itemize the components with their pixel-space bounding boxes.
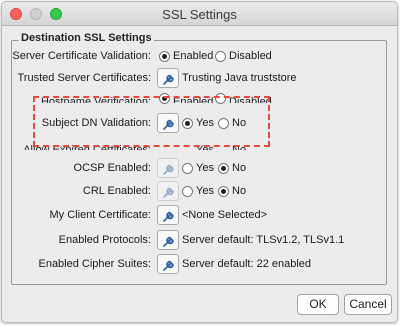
server-cert-validation-label: Server Certificate Validation: — [12, 50, 151, 62]
crl-yes-label: Yes — [196, 185, 214, 197]
highlight-annotation — [33, 96, 270, 147]
cancel-button[interactable]: Cancel — [344, 294, 392, 315]
protocols-value: Server default: TLSv1.2, TLSv1.1 — [182, 234, 345, 246]
wrench-icon — [163, 187, 174, 198]
crl-no-radio[interactable] — [218, 186, 229, 197]
ocsp-yes-radio[interactable] — [182, 163, 193, 174]
wrench-icon — [163, 211, 174, 222]
server-cert-validation-enabled-radio[interactable] — [159, 51, 170, 62]
client-cert-label: My Client Certificate: — [49, 209, 151, 221]
wrench-icon — [163, 164, 174, 175]
window-title: SSL Settings — [162, 7, 237, 22]
crl-yes-radio[interactable] — [182, 186, 193, 197]
ocsp-no-label: No — [232, 162, 247, 174]
cipher-suites-value: Server default: 22 enabled — [182, 258, 312, 270]
group-title: Destination SSL Settings — [19, 32, 154, 44]
wrench-icon — [163, 260, 174, 271]
crl-enabled-label: CRL Enabled: — [82, 185, 151, 197]
crl-no-label: No — [232, 185, 247, 197]
client-cert-edit-button[interactable] — [157, 205, 179, 225]
trusted-server-certs-value: Trusting Java truststore — [182, 72, 297, 84]
ocsp-edit-button[interactable] — [157, 158, 179, 178]
title-bar: SSL Settings — [2, 2, 397, 26]
client-cert-value: <None Selected> — [182, 209, 268, 221]
server-cert-validation-enabled-label: Enabled — [173, 50, 214, 62]
ocsp-enabled-label: OCSP Enabled: — [73, 162, 151, 174]
protocols-edit-button[interactable] — [157, 230, 179, 250]
cipher-suites-edit-button[interactable] — [157, 254, 179, 274]
cipher-suites-label: Enabled Cipher Suites: — [38, 258, 151, 270]
server-cert-validation-disabled-radio[interactable] — [215, 51, 226, 62]
ocsp-yes-label: Yes — [196, 162, 214, 174]
ok-button[interactable]: OK — [297, 294, 339, 315]
trusted-server-certs-edit-button[interactable] — [157, 68, 179, 88]
wrench-icon — [163, 74, 174, 85]
protocols-label: Enabled Protocols: — [58, 234, 151, 246]
server-cert-validation-disabled-label: Disabled — [229, 50, 272, 62]
crl-edit-button[interactable] — [157, 181, 179, 201]
ocsp-no-radio[interactable] — [218, 163, 229, 174]
trusted-server-certs-label: Trusted Server Certificates: — [17, 72, 151, 84]
wrench-icon — [163, 236, 174, 247]
